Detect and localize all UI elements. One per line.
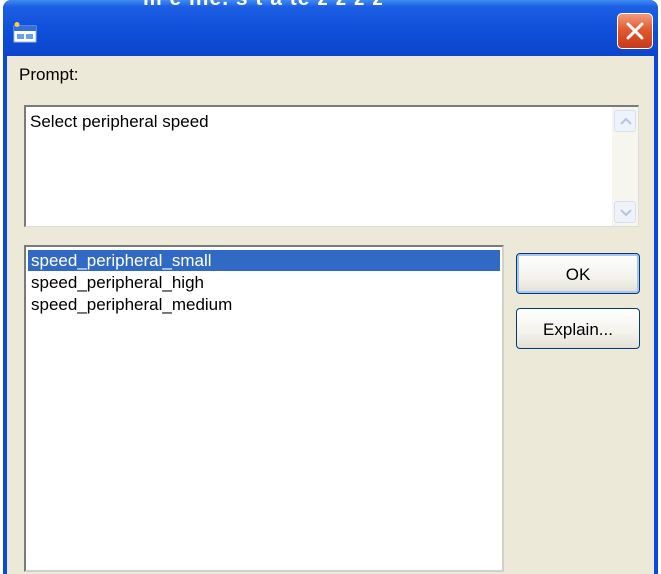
dialog-window: m e ilie. s t a te z z z z Prompt: Selec… (3, 0, 658, 574)
prompt-textbox[interactable]: Select peripheral speed (24, 105, 639, 227)
scroll-down-button[interactable] (614, 201, 636, 223)
close-button[interactable] (617, 13, 653, 49)
options-listbox[interactable]: speed_peripheral_small speed_peripheral_… (24, 245, 504, 572)
chevron-down-icon (620, 209, 632, 217)
chevron-up-icon (620, 117, 632, 125)
ok-button[interactable]: OK (516, 253, 640, 294)
list-item-speed-peripheral-high[interactable]: speed_peripheral_high (28, 272, 500, 293)
list-item-speed-peripheral-medium[interactable]: speed_peripheral_medium (28, 294, 500, 315)
title-bar-overflow-text: m e ilie. s t a te z z z z (143, 0, 384, 11)
close-icon (626, 22, 644, 40)
prompt-text: Select peripheral speed (30, 112, 209, 131)
prompt-label: Prompt: (19, 65, 79, 84)
explain-button[interactable]: Explain... (516, 308, 640, 349)
dialog-body: Prompt: Select peripheral speed speed_pe… (7, 56, 654, 574)
app-window-icon[interactable] (13, 22, 37, 43)
list-item-speed-peripheral-small[interactable]: speed_peripheral_small (28, 250, 500, 271)
prompt-scrollbar[interactable] (612, 107, 638, 226)
scroll-up-button[interactable] (614, 110, 636, 132)
title-bar[interactable]: m e ilie. s t a te z z z z (3, 0, 658, 56)
